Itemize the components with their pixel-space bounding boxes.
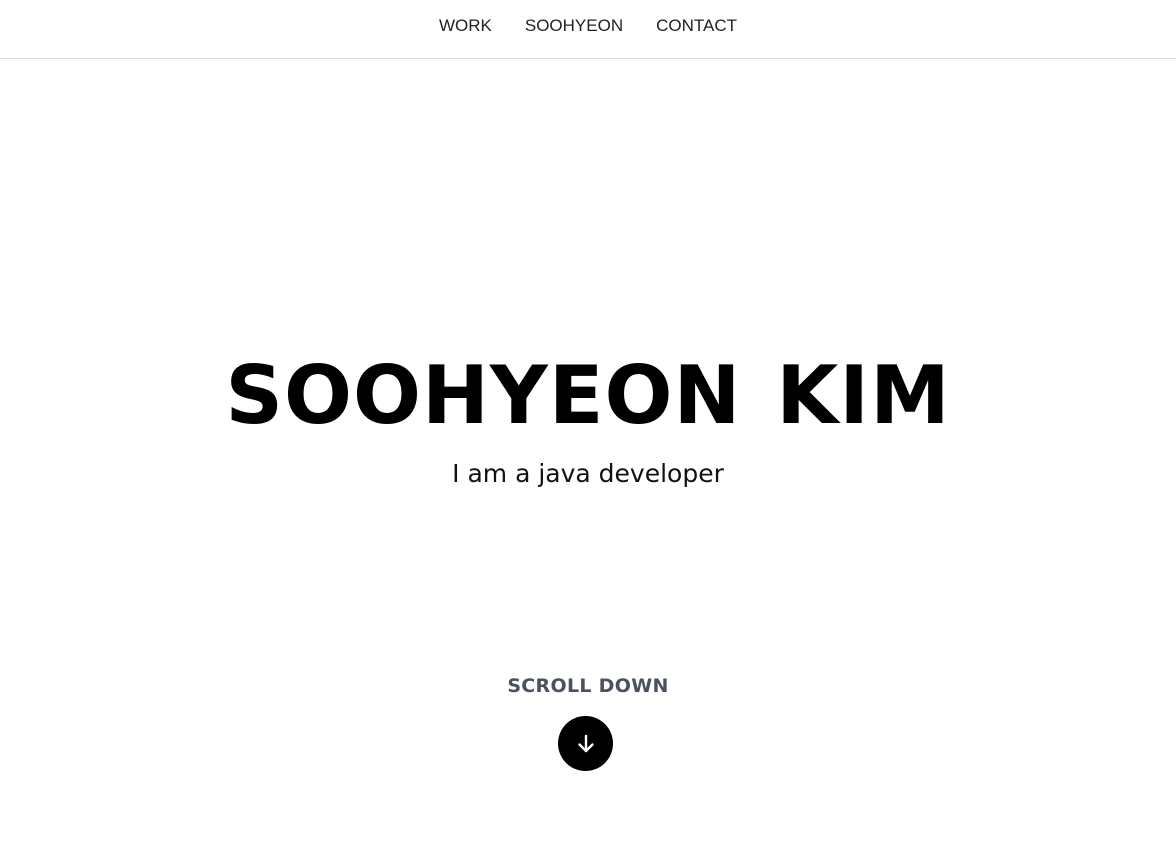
nav-item-soohyeon: SOOHYEON (525, 16, 623, 39)
nav-link-soohyeon[interactable]: SOOHYEON (525, 16, 623, 35)
nav-item-work: WORK (439, 16, 492, 39)
nav-item-contact: CONTACT (656, 16, 737, 39)
top-navigation: WORK SOOHYEON CONTACT (0, 0, 1176, 59)
nav-menu: WORK SOOHYEON CONTACT (0, 0, 1176, 58)
scroll-down-button[interactable] (558, 716, 613, 771)
hero-subtitle: I am a java developer (452, 459, 724, 488)
arrow-down-icon (577, 734, 594, 752)
nav-link-work[interactable]: WORK (439, 16, 492, 35)
hero-title: SOOHYEON KIM (225, 349, 951, 442)
nav-link-contact[interactable]: CONTACT (656, 16, 737, 35)
scroll-down-label: SCROLL DOWN (507, 675, 669, 697)
